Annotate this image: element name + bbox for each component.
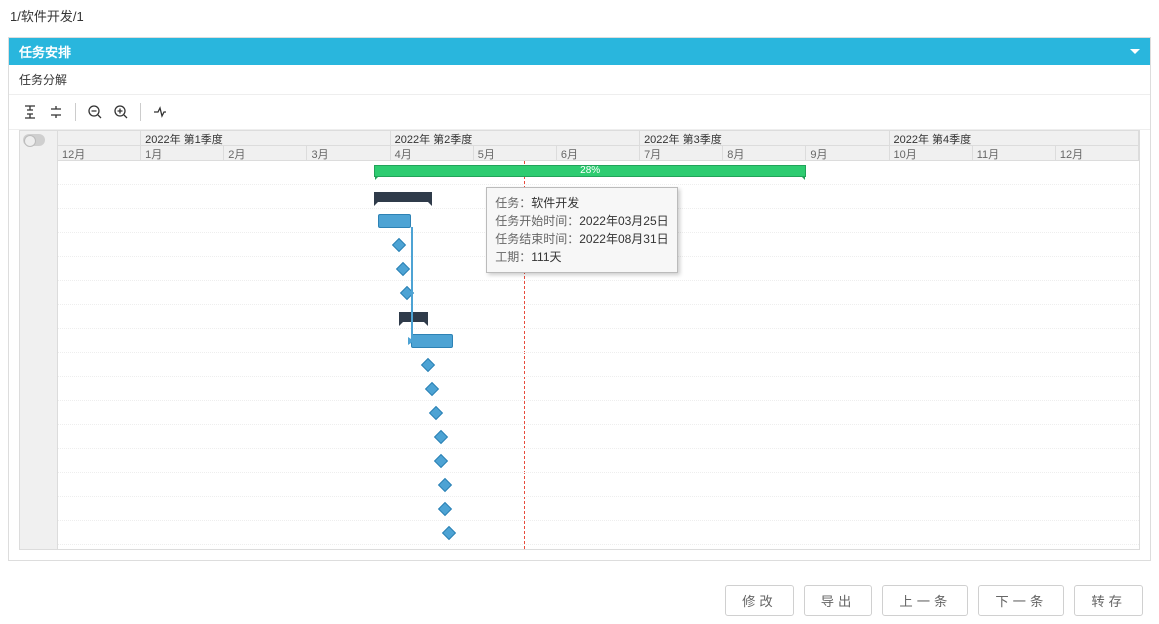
zoom-in-icon[interactable] bbox=[110, 101, 132, 123]
export-button[interactable]: 导出 bbox=[804, 585, 873, 616]
breadcrumb: 1/软件开发/1 bbox=[0, 0, 1159, 31]
gantt-row bbox=[58, 497, 1139, 521]
tooltip-label: 任务： bbox=[495, 194, 531, 212]
timeline-month: 9月 bbox=[806, 146, 889, 161]
gantt-row bbox=[58, 377, 1139, 401]
dependency-arrow-icon bbox=[408, 337, 414, 345]
timeline-month: 2月 bbox=[224, 146, 307, 161]
dependency-link bbox=[411, 227, 413, 341]
save-as-button[interactable]: 转存 bbox=[1074, 585, 1143, 616]
timeline-month: 11月 bbox=[973, 146, 1056, 161]
timeline-month: 8月 bbox=[723, 146, 806, 161]
tooltip-value: 111天 bbox=[531, 248, 561, 266]
panel-header[interactable]: 任务安排 bbox=[9, 38, 1150, 65]
milestone[interactable] bbox=[429, 406, 443, 420]
chevron-down-icon[interactable] bbox=[1130, 49, 1140, 54]
tooltip-label: 任务开始时间： bbox=[495, 212, 579, 230]
summary-bar[interactable]: 28% bbox=[374, 165, 806, 177]
timeline-month: 3月 bbox=[307, 146, 390, 161]
panel-subtitle: 任务分解 bbox=[9, 65, 1150, 95]
gantt-row bbox=[58, 521, 1139, 545]
gantt-body[interactable]: 28% 任务：软件开发任务开始时间：2022年03月25日任务结束时间：2022年… bbox=[58, 161, 1139, 549]
milestone[interactable] bbox=[425, 382, 439, 396]
milestone[interactable] bbox=[433, 430, 447, 444]
timeline-month: 10月 bbox=[890, 146, 973, 161]
timeline-quarter: 2022年 第1季度 bbox=[141, 131, 390, 146]
timeline-quarter bbox=[58, 131, 141, 146]
timeline-month: 12月 bbox=[1056, 146, 1139, 161]
gantt: 2022年 第1季度2022年 第2季度2022年 第3季度2022年 第4季度… bbox=[19, 130, 1140, 550]
gantt-row bbox=[58, 425, 1139, 449]
separator bbox=[140, 103, 141, 121]
critical-path-icon[interactable] bbox=[149, 101, 171, 123]
gantt-row bbox=[58, 401, 1139, 425]
gantt-main: 2022年 第1季度2022年 第2季度2022年 第3季度2022年 第4季度… bbox=[58, 131, 1139, 549]
milestone[interactable] bbox=[438, 478, 452, 492]
collapse-all-icon[interactable] bbox=[45, 101, 67, 123]
gantt-row: 28% bbox=[58, 161, 1139, 185]
gantt-row bbox=[58, 449, 1139, 473]
task-bar[interactable] bbox=[411, 334, 453, 348]
group-bar[interactable] bbox=[399, 312, 428, 322]
timeline-month: 5月 bbox=[474, 146, 557, 161]
panel-title: 任务安排 bbox=[19, 42, 71, 61]
milestone[interactable] bbox=[396, 262, 410, 276]
gantt-row bbox=[58, 353, 1139, 377]
milestone[interactable] bbox=[438, 502, 452, 516]
next-button[interactable]: 下一条 bbox=[978, 585, 1064, 616]
milestone[interactable] bbox=[433, 454, 447, 468]
tooltip-label: 任务结束时间： bbox=[495, 230, 579, 248]
zoom-out-icon[interactable] bbox=[84, 101, 106, 123]
sidebar-toggle[interactable] bbox=[23, 134, 45, 146]
gantt-row bbox=[58, 305, 1139, 329]
timeline-month: 1月 bbox=[141, 146, 224, 161]
timeline-quarter: 2022年 第4季度 bbox=[890, 131, 1139, 146]
timeline-month: 6月 bbox=[557, 146, 640, 161]
tooltip-value: 软件开发 bbox=[531, 194, 579, 212]
milestone[interactable] bbox=[392, 238, 406, 252]
edit-button[interactable]: 修改 bbox=[725, 585, 794, 616]
timeline-quarter: 2022年 第3季度 bbox=[640, 131, 889, 146]
timeline-quarter: 2022年 第2季度 bbox=[391, 131, 640, 146]
timeline-month: 7月 bbox=[640, 146, 723, 161]
gantt-row bbox=[58, 281, 1139, 305]
timeline-month: 12月 bbox=[58, 146, 141, 161]
panel: 任务安排 任务分解 2022年 第1季度2022年 第2季度2022年 第3季度… bbox=[8, 37, 1151, 561]
footer: 修改 导出 上一条 下一条 转存 bbox=[709, 577, 1159, 624]
tooltip-label: 工期： bbox=[495, 248, 531, 266]
toolbar bbox=[9, 95, 1150, 130]
expand-all-icon[interactable] bbox=[19, 101, 41, 123]
task-bar[interactable] bbox=[378, 214, 411, 228]
prev-button[interactable]: 上一条 bbox=[882, 585, 968, 616]
milestone[interactable] bbox=[442, 526, 456, 540]
task-tooltip: 任务：软件开发任务开始时间：2022年03月25日任务结束时间：2022年08月… bbox=[486, 187, 677, 273]
timeline-header: 2022年 第1季度2022年 第2季度2022年 第3季度2022年 第4季度… bbox=[58, 131, 1139, 161]
group-bar[interactable] bbox=[374, 192, 432, 202]
tooltip-value: 2022年08月31日 bbox=[579, 230, 668, 248]
gantt-row bbox=[58, 329, 1139, 353]
separator bbox=[75, 103, 76, 121]
tooltip-value: 2022年03月25日 bbox=[579, 212, 668, 230]
milestone[interactable] bbox=[421, 358, 435, 372]
summary-progress: 28% bbox=[580, 165, 600, 176]
gantt-sidebar bbox=[20, 131, 58, 549]
gantt-row bbox=[58, 473, 1139, 497]
timeline-month: 4月 bbox=[391, 146, 474, 161]
